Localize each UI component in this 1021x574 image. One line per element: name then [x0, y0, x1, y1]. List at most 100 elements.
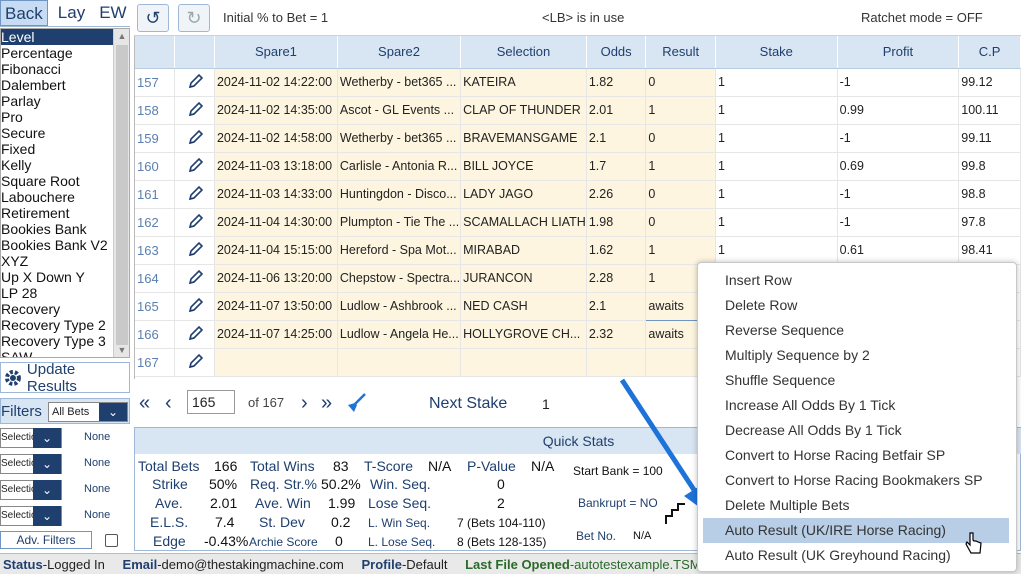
context-menu-item[interactable]: Shuffle Sequence: [698, 368, 1016, 393]
edit-row-button[interactable]: [174, 236, 215, 265]
cell-cp[interactable]: 99.12: [958, 68, 1021, 97]
cell-selection[interactable]: BRAVEMANSGAME: [460, 124, 587, 153]
chevron-down-icon[interactable]: ⌄: [99, 403, 127, 421]
edit-row-button[interactable]: [174, 180, 215, 209]
cell-spare1[interactable]: 2024-11-07 14:25:00: [214, 320, 338, 349]
context-menu-item[interactable]: Insert Row: [698, 268, 1016, 293]
staking-method-item[interactable]: Kelly: [1, 157, 129, 173]
staking-method-item[interactable]: Bookies Bank: [1, 221, 129, 237]
staking-method-item[interactable]: Recovery: [1, 301, 129, 317]
cell-selection[interactable]: NED CASH: [460, 292, 587, 321]
cell-cp[interactable]: 98.8: [958, 180, 1021, 209]
cell-odds[interactable]: 2.28: [586, 264, 647, 293]
staking-method-item[interactable]: XYZ: [1, 253, 129, 269]
staking-method-item[interactable]: Level: [1, 29, 129, 45]
cell-spare1[interactable]: 2024-11-02 14:22:00: [214, 68, 338, 97]
col-header-spare1[interactable]: Spare1: [214, 36, 338, 69]
cell-spare1[interactable]: 2024-11-03 14:33:00: [214, 180, 338, 209]
cell-cp[interactable]: 99.11: [958, 124, 1021, 153]
tab-ew[interactable]: EW: [95, 0, 130, 26]
cell-odds[interactable]: 2.32: [586, 320, 647, 349]
cell-profit[interactable]: -1: [837, 208, 960, 237]
cell-cp[interactable]: 99.8: [958, 152, 1021, 181]
col-header-result[interactable]: Result: [645, 36, 716, 69]
edit-row-button[interactable]: [174, 208, 215, 237]
cell-spare2[interactable]: Huntingdon - Disco...: [337, 180, 462, 209]
cell-cp[interactable]: 97.8: [958, 208, 1021, 237]
staking-method-item[interactable]: Retirement: [1, 205, 129, 221]
context-menu-item[interactable]: Delete Row: [698, 293, 1016, 318]
cell-result[interactable]: 0: [645, 124, 716, 153]
edit-row-button[interactable]: [174, 68, 215, 97]
context-menu-item[interactable]: Delete Multiple Bets: [698, 493, 1016, 518]
edit-row-button[interactable]: [174, 152, 215, 181]
cell-stake[interactable]: 1: [715, 68, 838, 97]
table-row[interactable]: 159 2024-11-02 14:58:00 Wetherby - bet365 …: [135, 124, 1021, 153]
staking-method-item[interactable]: Square Root: [1, 173, 129, 189]
cell-spare1[interactable]: 2024-11-02 14:58:00: [214, 124, 338, 153]
cell-cp[interactable]: 100.11: [958, 96, 1021, 125]
cell-spare1[interactable]: 2024-11-06 13:20:00: [214, 264, 338, 293]
cell-profit[interactable]: 0.69: [837, 152, 960, 181]
broom-icon[interactable]: [345, 392, 367, 414]
cell-selection[interactable]: HOLLYGROVE CH...: [460, 320, 587, 349]
cell-stake[interactable]: 1: [715, 236, 838, 265]
edit-row-button[interactable]: [174, 96, 215, 125]
cell-stake[interactable]: 1: [715, 124, 838, 153]
cell-spare1[interactable]: [214, 348, 338, 377]
chevron-down-icon[interactable]: ⌄: [33, 454, 61, 474]
cell-profit[interactable]: 0.61: [837, 236, 960, 265]
cell-selection[interactable]: LADY JAGO: [460, 180, 587, 209]
context-menu-item[interactable]: Increase All Odds By 1 Tick: [698, 393, 1016, 418]
edit-row-button[interactable]: [174, 320, 215, 349]
staking-method-item[interactable]: Dalembert: [1, 77, 129, 93]
table-row[interactable]: 162 2024-11-04 14:30:00 Plumpton - Tie The…: [135, 208, 1021, 237]
staking-method-item[interactable]: Fixed: [1, 141, 129, 157]
cell-odds[interactable]: 2.01: [586, 96, 647, 125]
cell-result[interactable]: 1: [645, 236, 716, 265]
col-header-selection[interactable]: Selection: [460, 36, 587, 69]
staking-method-item[interactable]: Percentage: [1, 45, 129, 61]
cell-spare2[interactable]: [337, 348, 462, 377]
chevron-down-icon[interactable]: ⌄: [33, 506, 61, 526]
cell-result[interactable]: 1: [645, 96, 716, 125]
context-menu-item[interactable]: Decrease All Odds By 1 Tick: [698, 418, 1016, 443]
cell-profit[interactable]: -1: [837, 180, 960, 209]
tab-lay[interactable]: Lay: [54, 0, 89, 26]
cell-profit[interactable]: -1: [837, 68, 960, 97]
cell-result[interactable]: 0: [645, 68, 716, 97]
cell-odds[interactable]: 1.7: [586, 152, 647, 181]
staking-method-item[interactable]: Recovery Type 3: [1, 333, 129, 349]
prev-page-icon[interactable]: ‹: [165, 392, 172, 415]
cell-stake[interactable]: 1: [715, 96, 838, 125]
cell-profit[interactable]: -1: [837, 124, 960, 153]
cell-odds[interactable]: 2.1: [586, 292, 647, 321]
scrollbar-thumb[interactable]: [116, 45, 128, 345]
col-header-spare2[interactable]: Spare2: [337, 36, 462, 69]
staking-method-item[interactable]: Recovery Type 2: [1, 317, 129, 333]
tab-back[interactable]: Back: [0, 0, 48, 26]
col-header-profit[interactable]: Profit: [837, 36, 960, 69]
context-menu-item[interactable]: Multiply Sequence by 2: [698, 343, 1016, 368]
table-row[interactable]: 158 2024-11-02 14:35:00 Ascot - GL Events …: [135, 96, 1021, 125]
cell-cp[interactable]: 98.41: [958, 236, 1021, 265]
context-menu-item[interactable]: Convert to Horse Racing Bookmakers SP: [698, 468, 1016, 493]
cell-selection[interactable]: JURANCON: [460, 264, 587, 293]
staking-method-item[interactable]: Secure: [1, 125, 129, 141]
cell-spare2[interactable]: Wetherby - bet365 ...: [337, 124, 462, 153]
context-menu-item[interactable]: Convert to Horse Racing Betfair SP: [698, 443, 1016, 468]
cell-spare1[interactable]: 2024-11-02 14:35:00: [214, 96, 338, 125]
col-header-stake[interactable]: Stake: [715, 36, 838, 69]
cell-stake[interactable]: 1: [715, 208, 838, 237]
table-row[interactable]: 163 2024-11-04 15:15:00 Hereford - Spa Mot…: [135, 236, 1021, 265]
cell-spare2[interactable]: Ludlow - Angela He...: [337, 320, 462, 349]
cell-spare1[interactable]: 2024-11-04 15:15:00: [214, 236, 338, 265]
edit-row-button[interactable]: [174, 348, 215, 377]
cell-stake[interactable]: 1: [715, 152, 838, 181]
next-page-icon[interactable]: ›: [301, 392, 308, 415]
staking-method-item[interactable]: Up X Down Y: [1, 269, 129, 285]
cell-odds[interactable]: 1.62: [586, 236, 647, 265]
table-row[interactable]: 161 2024-11-03 14:33:00 Huntingdon - Disco…: [135, 180, 1021, 209]
cell-selection[interactable]: CLAP OF THUNDER: [460, 96, 587, 125]
cell-odds[interactable]: [586, 348, 647, 377]
